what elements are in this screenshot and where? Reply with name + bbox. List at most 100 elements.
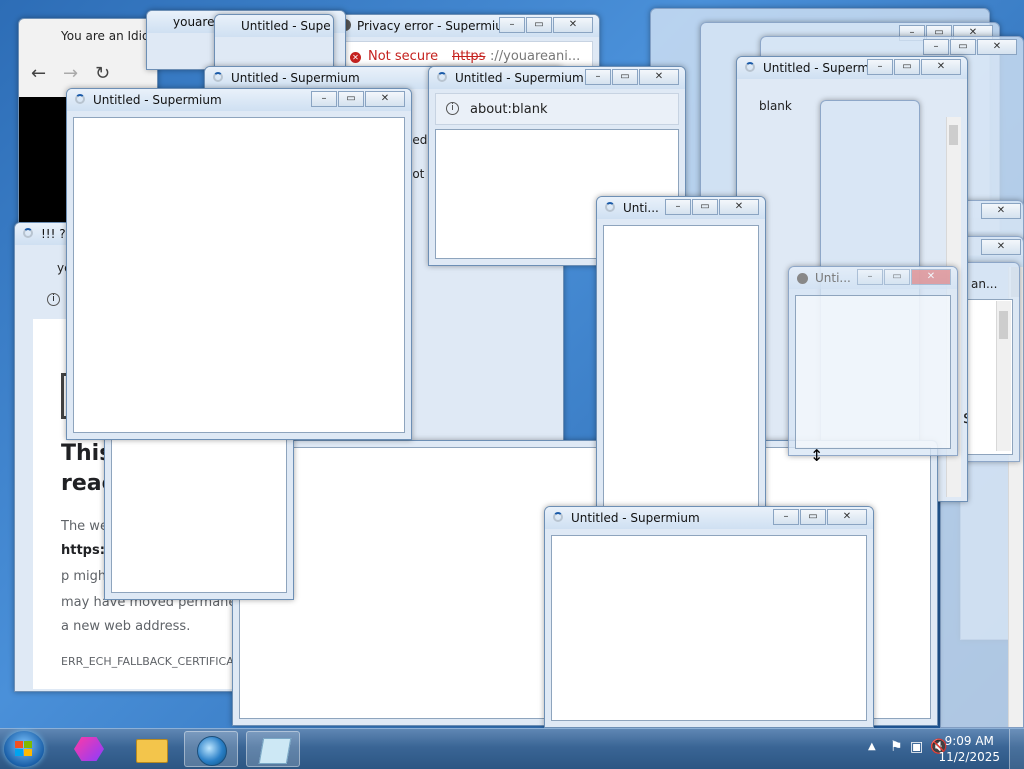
forward-icon[interactable]: → [63,63,78,84]
loading-icon [745,62,755,72]
taskbar: ▲ ⚑ ▣ 🔇 9:09 AM 11/2/2025 [0,728,1024,769]
desktop: You are an Idiot ← → ↻ – ▭ ✕ – ▭ ✕ ✕ ✕ an...… [0,0,1024,728]
browser-window-untitled-bottom: Untitled - Supermium – ▭ ✕ [544,506,874,728]
browser-icon [797,273,808,284]
scrollbar[interactable] [996,301,1011,451]
error-body-3: p migh [61,569,107,584]
network-icon[interactable]: ▣ [910,739,923,755]
close-icon[interactable]: ✕ [719,199,759,215]
clock-time: 9:09 AM [944,734,994,748]
window-title: Unti... [815,271,851,285]
back-icon[interactable]: ← [31,63,46,84]
minimize-icon[interactable]: – [585,69,611,85]
error-icon: ✕ [350,52,361,63]
system-tray: ▲ ⚑ ▣ 🔇 9:09 AM 11/2/2025 [834,729,1024,769]
window-title: Privacy error - Supermium [357,19,515,33]
maximize-icon[interactable]: ▭ [884,269,910,285]
supermium-browser-icon [197,736,227,766]
page-content [111,437,287,593]
close-icon[interactable]: ✕ [911,269,951,285]
error-code[interactable]: ERR_ECH_FALLBACK_CERTIFICAT [61,655,240,668]
minimize-icon[interactable]: – [665,199,691,215]
close-icon[interactable]: ✕ [639,69,679,85]
window-controls: – ▭ ✕ [856,269,951,285]
tab-title[interactable]: an... [971,277,997,291]
start-button[interactable] [4,731,44,767]
close-icon[interactable]: ✕ [981,239,1021,255]
action-center-icon[interactable]: ⚑ [890,739,903,755]
error-body-1: The we [61,519,108,534]
window-controls: – ▭ ✕ [664,199,759,215]
show-hidden-icons-icon[interactable]: ▲ [868,741,876,752]
maximize-icon[interactable]: ▭ [338,91,364,107]
window-controls: – ▭ ✕ [866,59,961,75]
maximize-icon[interactable]: ▭ [526,17,552,33]
url-text[interactable]: about:blank [470,102,548,117]
window-title: Untitled - Supermium [93,93,222,107]
error-body-2: https:/ [61,543,110,558]
close-icon[interactable]: ✕ [365,91,405,107]
page-content [551,535,867,721]
window-controls: – ▭ ✕ [772,509,867,525]
window-title: !!! ? [41,227,66,241]
browser-window-untitled-front: Untitled - Supermium – ▭ ✕ [66,88,412,440]
notepad-icon [258,738,292,764]
clock-date: 11/2/2025 [938,750,1000,764]
resize-cursor-icon: ↕ [810,446,824,465]
url-host[interactable]: ://youareani... [490,49,580,64]
maximize-icon[interactable]: ▭ [894,59,920,75]
error-body-5: a new web address. [61,619,191,634]
window-controls: – ▭ ✕ [498,17,593,33]
browser-window-translucent: Unti... – ▭ ✕ [788,266,958,456]
clock[interactable]: 9:09 AM 11/2/2025 [938,733,1000,765]
info-icon[interactable]: i [446,102,459,115]
minimize-icon[interactable]: – [923,39,949,55]
show-desktop-button[interactable] [1009,729,1024,769]
browser-window-small [104,430,294,600]
page-content [795,295,951,449]
minimize-icon[interactable]: – [773,509,799,525]
minimize-icon[interactable]: – [311,91,337,107]
maximize-icon[interactable]: ▭ [950,39,976,55]
page-content [603,225,759,509]
minimize-icon[interactable]: – [857,269,883,285]
maximize-icon[interactable]: ▭ [800,509,826,525]
taskbar-app-explorer[interactable] [124,731,178,767]
window-controls: – ▭ ✕ [310,91,405,107]
not-secure-label[interactable]: Not secure [368,49,438,64]
url-scheme[interactable]: https [452,49,485,64]
privacy-error-window: Privacy error - Supermium – ▭ ✕ ✕ Not secu… [330,14,600,74]
url-text: blank [759,99,792,113]
file-explorer-icon [136,739,168,763]
loading-icon [437,72,447,82]
close-icon[interactable]: ✕ [921,59,961,75]
windows-logo-icon [15,741,33,757]
close-icon[interactable]: ✕ [981,203,1021,219]
window-controls: – ▭ ✕ [584,69,679,85]
loading-icon [213,72,223,82]
info-icon[interactable]: i [47,293,60,306]
browser-window-narrow: Unti... – ▭ ✕ [596,196,766,516]
window-title: Untitled - Supermium [455,71,584,85]
taskbar-app-notepad[interactable] [246,731,300,767]
window-title: Untitled - Supe [241,19,331,33]
hexagon-app-icon [74,737,104,761]
close-icon[interactable]: ✕ [553,17,593,33]
taskbar-app-hexagon[interactable] [62,731,116,767]
loading-icon [605,202,615,212]
taskbar-app-supermium[interactable] [184,731,238,767]
close-icon[interactable]: ✕ [827,509,867,525]
page-text: s [963,407,967,428]
address-bar[interactable]: i about:blank [435,93,679,125]
maximize-icon[interactable]: ▭ [692,199,718,215]
tab-title[interactable]: You are an Idiot [61,29,154,43]
window-controls: ✕ [980,203,1021,219]
window-title: Untitled - Supermium [231,71,360,85]
window-controls: – ▭ ✕ [922,39,1017,55]
reload-icon[interactable]: ↻ [95,63,110,84]
window-title: Untitled - Supermium [571,511,700,525]
maximize-icon[interactable]: ▭ [612,69,638,85]
minimize-icon[interactable]: – [499,17,525,33]
minimize-icon[interactable]: – [867,59,893,75]
close-icon[interactable]: ✕ [977,39,1017,55]
